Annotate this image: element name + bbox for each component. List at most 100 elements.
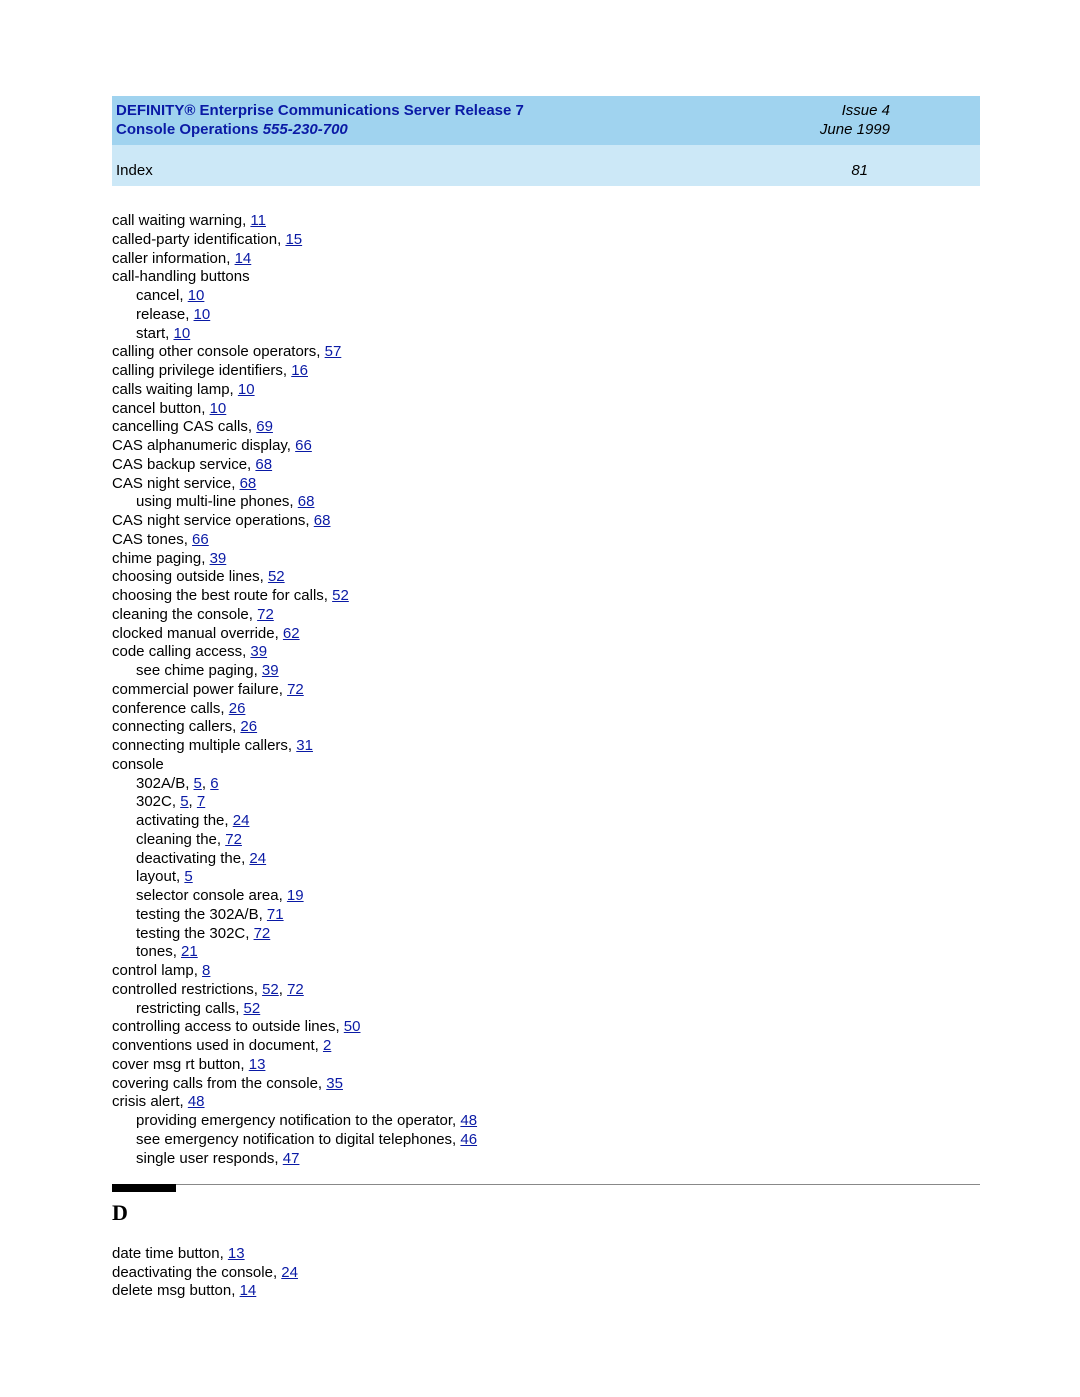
index-content: call waiting warning, 11called-party ide… xyxy=(112,186,980,1301)
index-entry: controlled restrictions, 52, 72 xyxy=(112,981,980,1000)
page-ref-link[interactable]: 47 xyxy=(283,1150,300,1167)
index-entry: control lamp, 8 xyxy=(112,962,980,981)
index-entry: commercial power failure, 72 xyxy=(112,681,980,700)
page-ref-link[interactable]: 7 xyxy=(197,793,205,810)
page-ref-link[interactable]: 66 xyxy=(295,437,312,454)
page-ref-link[interactable]: 72 xyxy=(287,681,304,698)
page-ref-link[interactable]: 5 xyxy=(194,775,202,792)
page-ref-link[interactable]: 6 xyxy=(210,775,218,792)
index-entry: selector console area, 19 xyxy=(112,887,980,906)
section-heading-d: D xyxy=(112,1199,980,1227)
index-entry: cancel, 10 xyxy=(112,287,980,306)
page-ref-link[interactable]: 50 xyxy=(344,1018,361,1035)
index-entry: CAS alphanumeric display, 66 xyxy=(112,437,980,456)
index-entry: testing the 302A/B, 71 xyxy=(112,906,980,925)
index-entry-text: deactivating the console, xyxy=(112,1264,281,1281)
page-ref-link[interactable]: 24 xyxy=(233,812,250,829)
index-entry: CAS night service operations, 68 xyxy=(112,512,980,531)
page-ref-link[interactable]: 66 xyxy=(192,531,209,548)
page-ref-link[interactable]: 72 xyxy=(257,606,274,623)
page-ref-link[interactable]: 16 xyxy=(291,362,308,379)
index-entry: testing the 302C, 72 xyxy=(112,925,980,944)
page-ref-link[interactable]: 68 xyxy=(298,493,315,510)
page-ref-link[interactable]: 13 xyxy=(249,1056,266,1073)
index-entry: CAS backup service, 68 xyxy=(112,456,980,475)
index-entry: single user responds, 47 xyxy=(112,1150,980,1169)
page-ref-link[interactable]: 10 xyxy=(194,306,211,323)
page-ref-link[interactable]: 52 xyxy=(268,568,285,585)
index-entry: connecting multiple callers, 31 xyxy=(112,737,980,756)
page-ref-link[interactable]: 26 xyxy=(240,718,257,735)
page-ref-link[interactable]: 39 xyxy=(210,550,227,567)
index-entry: see emergency notification to digital te… xyxy=(112,1131,980,1150)
page-ref-link[interactable]: 21 xyxy=(181,943,198,960)
page-ref-link[interactable]: 13 xyxy=(228,1245,245,1262)
index-entry-text: crisis alert, xyxy=(112,1093,188,1110)
index-entry-text: commercial power failure, xyxy=(112,681,287,698)
page-ref-link[interactable]: 71 xyxy=(267,906,284,923)
index-entry: call waiting warning, 11 xyxy=(112,212,980,231)
index-entry: providing emergency notification to the … xyxy=(112,1112,980,1131)
page-ref-link[interactable]: 19 xyxy=(287,887,304,904)
page-ref-link[interactable]: 5 xyxy=(184,868,192,885)
doc-date: June 1999 xyxy=(820,121,968,140)
page-ref-link[interactable]: 10 xyxy=(174,325,191,342)
index-entry-text: deactivating the, xyxy=(136,850,249,867)
index-entry: 302C, 5, 7 xyxy=(112,793,980,812)
page-ref-link[interactable]: 10 xyxy=(210,400,227,417)
index-entry-text: providing emergency notification to the … xyxy=(136,1112,460,1129)
page-ref-link[interactable]: 26 xyxy=(229,700,246,717)
index-entry: connecting callers, 26 xyxy=(112,718,980,737)
page-ref-link[interactable]: 68 xyxy=(240,475,257,492)
page-ref-link[interactable]: 5 xyxy=(180,793,188,810)
index-entry-text: using multi-line phones, xyxy=(136,493,298,510)
index-entry-text: choosing the best route for calls, xyxy=(112,587,332,604)
page-ref-link[interactable]: 8 xyxy=(202,962,210,979)
doc-title-line1: DEFINITY® Enterprise Communications Serv… xyxy=(116,102,524,121)
page-ref-link[interactable]: 14 xyxy=(235,250,252,267)
page-ref-link[interactable]: 72 xyxy=(287,981,304,998)
page-ref-link[interactable]: 39 xyxy=(262,662,279,679)
page-ref-link[interactable]: 72 xyxy=(254,925,271,942)
index-entry-text: control lamp, xyxy=(112,962,202,979)
subbanner-row: Index 81 xyxy=(116,149,968,181)
page-ref-link[interactable]: 31 xyxy=(296,737,313,754)
page-ref-link[interactable]: 72 xyxy=(225,831,242,848)
page-ref-link[interactable]: 62 xyxy=(283,625,300,642)
page-ref-link[interactable]: 24 xyxy=(249,850,266,867)
ref-separator: , xyxy=(279,981,287,998)
page-ref-link[interactable]: 69 xyxy=(256,418,273,435)
index-entry: called-party identification, 15 xyxy=(112,231,980,250)
index-entry-text: 302A/B, xyxy=(136,775,194,792)
index-entry-text: testing the 302C, xyxy=(136,925,254,942)
page-ref-link[interactable]: 2 xyxy=(323,1037,331,1054)
page-ref-link[interactable]: 52 xyxy=(262,981,279,998)
index-entry-text: activating the, xyxy=(136,812,233,829)
page-ref-link[interactable]: 52 xyxy=(332,587,349,604)
page-ref-link[interactable]: 15 xyxy=(285,231,302,248)
doc-title-line2: Console Operations 555-230-700 xyxy=(116,121,348,140)
page-ref-link[interactable]: 35 xyxy=(326,1075,343,1092)
page-ref-link[interactable]: 48 xyxy=(188,1093,205,1110)
index-entry: cleaning the console, 72 xyxy=(112,606,980,625)
index-entry-text: choosing outside lines, xyxy=(112,568,268,585)
page-ref-link[interactable]: 57 xyxy=(325,343,342,360)
page-ref-link[interactable]: 14 xyxy=(240,1282,257,1299)
page-ref-link[interactable]: 46 xyxy=(460,1131,477,1148)
page-ref-link[interactable]: 11 xyxy=(250,212,266,229)
page-ref-link[interactable]: 68 xyxy=(255,456,272,473)
page-ref-link[interactable]: 68 xyxy=(314,512,331,529)
index-entry: chime paging, 39 xyxy=(112,550,980,569)
page-ref-link[interactable]: 10 xyxy=(188,287,205,304)
index-entry: CAS night service, 68 xyxy=(112,475,980,494)
page-ref-link[interactable]: 48 xyxy=(460,1112,477,1129)
page-ref-link[interactable]: 10 xyxy=(238,381,255,398)
index-entry: layout, 5 xyxy=(112,868,980,887)
page-ref-link[interactable]: 52 xyxy=(244,1000,261,1017)
page-ref-link[interactable]: 24 xyxy=(281,1264,298,1281)
index-entry-text: call-handling buttons xyxy=(112,268,250,285)
index-entry: calls waiting lamp, 10 xyxy=(112,381,980,400)
page-ref-link[interactable]: 39 xyxy=(250,643,267,660)
index-entry-text: caller information, xyxy=(112,250,235,267)
section-label: Index xyxy=(116,161,153,181)
